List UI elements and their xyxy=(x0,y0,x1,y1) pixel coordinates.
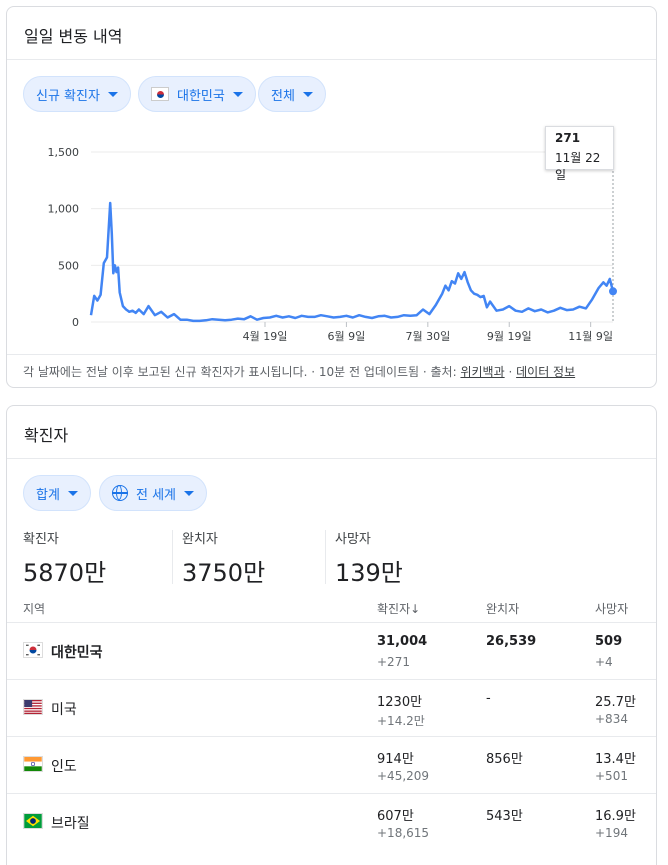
metric-dropdown[interactable]: 신규 확진자 xyxy=(23,76,131,112)
daily-trend-card: 일일 변동 내역 신규 확진자 대한민국 전체 1,500 1,000 500 0 4월… xyxy=(6,6,657,388)
x-tick-label: 11월 9일 xyxy=(568,329,613,343)
caret-down-icon xyxy=(107,91,118,97)
cases-value: 914만 xyxy=(377,752,414,767)
period-dropdown-label: 전체 xyxy=(271,88,295,104)
stat-label: 확진자 xyxy=(23,532,59,547)
stat-label: 완치자 xyxy=(182,532,218,547)
cases-line xyxy=(89,201,615,323)
divider xyxy=(7,458,656,459)
stat-value: 5870만 xyxy=(23,559,107,587)
cases-value: 31,004 xyxy=(377,634,428,649)
cases-delta: +14.2만 xyxy=(377,714,425,728)
deaths-value: 25.7만 xyxy=(595,695,636,710)
y-tick-label: 0 xyxy=(72,316,79,329)
table-row[interactable]: 대한민국 31,004 +271 26,539 509 +4 xyxy=(7,622,656,679)
aggregate-dropdown-label: 합계 xyxy=(36,487,60,503)
deaths-value: 509 xyxy=(595,634,623,649)
region-dropdown[interactable]: 전 세계 xyxy=(99,475,208,511)
cases-value: 607만 xyxy=(377,809,414,824)
footnote-text: 각 날짜에는 전날 이후 보고된 신규 확진자가 표시됩니다. · 10분 전 … xyxy=(23,365,457,379)
metric-dropdown-label: 신규 확진자 xyxy=(36,88,100,104)
region-dropdown-label: 전 세계 xyxy=(136,487,177,503)
y-tick-label: 1,500 xyxy=(48,146,80,159)
deaths-value: 13.4만 xyxy=(595,752,636,767)
tooltip-date: 11월 22일 xyxy=(555,151,601,182)
x-tick-label: 4월 19일 xyxy=(243,329,288,343)
region-name: 대한민국 xyxy=(51,645,103,661)
brazil-flag-icon xyxy=(23,813,43,829)
header-recovered[interactable]: 완치자 xyxy=(486,600,519,617)
cases-value: 1230만 xyxy=(377,695,423,710)
deaths-delta: +501 xyxy=(595,769,628,783)
region-name: 브라질 xyxy=(51,816,90,832)
cases-card: 확진자 합계 전 세계 확진자 5870만 완치자 3750만 사망자 139만… xyxy=(6,405,657,865)
divider xyxy=(325,530,326,584)
y-tick-label: 1,000 xyxy=(48,203,80,216)
caret-down-icon xyxy=(184,490,195,496)
header-cases-label: 확진자 xyxy=(377,602,411,616)
stat-deaths: 사망자 139만 xyxy=(335,528,403,588)
chart-footnote: 각 날짜에는 전날 이후 보고된 신규 확진자가 표시됩니다. · 10분 전 … xyxy=(23,365,576,379)
cases-delta: +271 xyxy=(377,655,410,669)
cases-title: 확진자 xyxy=(24,426,69,445)
aggregate-dropdown[interactable]: 합계 xyxy=(23,475,91,511)
india-flag-icon xyxy=(23,756,43,772)
stat-label: 사망자 xyxy=(335,532,371,547)
tooltip-value: 271 xyxy=(555,131,581,145)
table-row[interactable]: 미국 1230만 +14.2만 - 25.7만 +834 xyxy=(7,679,656,736)
country-dropdown-label: 대한민국 xyxy=(177,88,225,104)
y-tick-label: 500 xyxy=(58,259,79,272)
deaths-delta: +194 xyxy=(595,826,628,840)
cases-delta: +18,615 xyxy=(377,826,430,840)
stat-value: 139만 xyxy=(335,559,403,587)
stat-recovered: 완치자 3750만 xyxy=(182,528,265,588)
data-info-link[interactable]: 데이터 정보 xyxy=(516,365,575,379)
caret-down-icon xyxy=(232,91,243,97)
stat-confirmed: 확진자 5870만 xyxy=(23,528,106,588)
header-cases[interactable]: 확진자↓ xyxy=(377,600,420,617)
usa-flag-icon xyxy=(23,699,43,715)
source-link[interactable]: 위키백과 xyxy=(460,365,504,379)
globe-icon xyxy=(112,485,128,501)
table-row[interactable]: 브라질 607만 +18,615 543만 16.9만 +194 xyxy=(7,793,656,850)
deaths-delta: +834 xyxy=(595,712,628,726)
country-dropdown[interactable]: 대한민국 xyxy=(138,76,256,112)
recovered-value: 26,539 xyxy=(486,634,537,649)
hover-point xyxy=(609,287,617,296)
recovered-value: - xyxy=(486,691,491,706)
period-dropdown[interactable]: 전체 xyxy=(258,76,326,112)
deaths-value: 16.9만 xyxy=(595,809,636,824)
header-region: 지역 xyxy=(23,602,46,616)
region-name: 인도 xyxy=(51,759,77,775)
deaths-delta: +4 xyxy=(595,655,613,669)
header-deaths[interactable]: 사망자 xyxy=(595,600,628,617)
recovered-value: 856만 xyxy=(486,752,523,767)
region-name: 미국 xyxy=(51,702,77,718)
stat-value: 3750만 xyxy=(182,559,266,587)
sort-arrow-icon: ↓ xyxy=(410,602,421,616)
cases-delta: +45,209 xyxy=(377,769,430,783)
caret-down-icon xyxy=(302,91,313,97)
caret-down-icon xyxy=(67,490,78,496)
divider xyxy=(7,59,656,60)
korea-flag-icon xyxy=(151,87,169,101)
chart-tooltip: 271 11월 22일 xyxy=(545,126,614,182)
table-row[interactable]: 인도 914만 +45,209 856만 13.4만 +501 xyxy=(7,736,656,793)
x-tick-label: 9월 19일 xyxy=(487,329,532,343)
divider xyxy=(7,354,656,355)
divider xyxy=(172,530,173,584)
daily-trend-title: 일일 변동 내역 xyxy=(24,27,123,46)
x-tick-label: 6월 9일 xyxy=(328,329,366,343)
korea-flag-icon xyxy=(23,642,43,658)
recovered-value: 543만 xyxy=(486,809,523,824)
x-tick-label: 7월 30일 xyxy=(405,329,450,343)
